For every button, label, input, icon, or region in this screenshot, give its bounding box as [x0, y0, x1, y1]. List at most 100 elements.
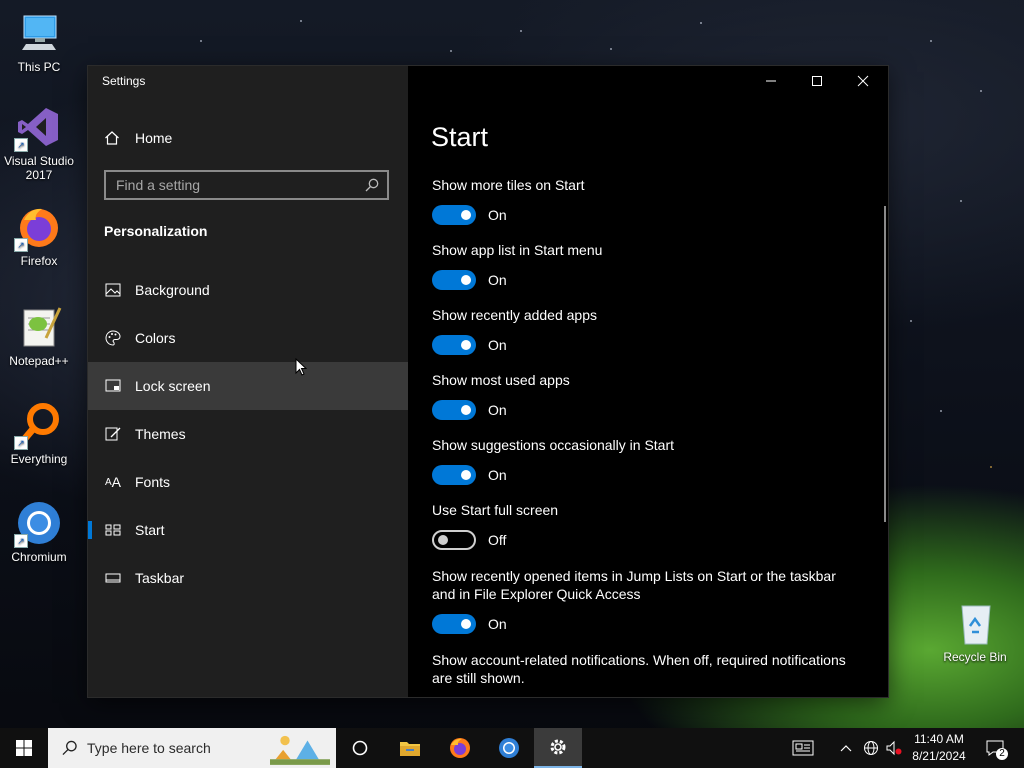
nav-item-background[interactable]: Background: [88, 266, 408, 314]
setting-show-more-tiles: Show more tiles on Start On: [432, 176, 872, 225]
taskbar-search-input[interactable]: [77, 739, 270, 757]
show-hidden-icons-button[interactable]: [836, 728, 856, 768]
visual-studio-icon: ↗: [14, 104, 62, 152]
home-label: Home: [135, 130, 173, 146]
page-title: Start: [431, 122, 489, 152]
nav-item-label: Lock screen: [135, 378, 211, 394]
folder-icon: [400, 742, 420, 756]
home-link[interactable]: Home: [104, 128, 172, 148]
desktop-icon-this-pc[interactable]: This PC: [1, 10, 77, 74]
content-scrollbar[interactable]: [884, 206, 886, 522]
maximize-button[interactable]: [794, 66, 840, 96]
taskbar: 11:40 AM 8/21/2024 2: [0, 728, 1024, 768]
desktop-icon-label: Visual Studio 2017: [4, 154, 74, 182]
desktop-icon-firefox[interactable]: ↗ Firefox: [1, 204, 77, 268]
firefox-icon: ↗: [14, 204, 62, 252]
minimize-button[interactable]: [748, 66, 794, 96]
setting-label: Use Start full screen: [432, 502, 559, 518]
desktop-icon-label: Recycle Bin: [943, 650, 1007, 664]
toggle-state: Off: [488, 532, 507, 548]
toggle-switch[interactable]: [432, 465, 476, 485]
computer-icon: [16, 10, 62, 56]
cortana-icon: [352, 740, 368, 756]
notification-count-badge: 2: [996, 748, 1008, 760]
brush-icon: [104, 425, 122, 443]
setting-jump-lists: Show recently opened items in Jump Lists…: [432, 567, 857, 634]
search-icon[interactable]: [365, 178, 379, 192]
settings-window: Settings Home Personalization Background…: [88, 66, 888, 697]
action-center-button[interactable]: 2: [978, 728, 1012, 768]
desktop-icon-chromium[interactable]: ↗ Chromium: [1, 500, 77, 564]
clock-time: 11:40 AM: [914, 732, 964, 746]
nav-item-themes[interactable]: Themes: [88, 410, 408, 458]
chromium-icon: ↗: [14, 500, 62, 548]
nav-item-label: Start: [135, 522, 165, 538]
desktop-icon-recycle-bin[interactable]: Recycle Bin: [937, 600, 1013, 664]
setting-label: Show recently added apps: [432, 307, 597, 323]
nav-item-colors[interactable]: Colors: [88, 314, 408, 362]
taskbar-clock[interactable]: 11:40 AM 8/21/2024: [904, 731, 974, 765]
nav-item-lock-screen[interactable]: Lock screen: [88, 362, 408, 410]
nav-item-label: Themes: [135, 426, 186, 442]
home-icon: [104, 130, 120, 146]
nav-item-label: Colors: [135, 330, 176, 346]
setting-full-screen: Use Start full screen Off: [432, 501, 872, 550]
nav-item-start[interactable]: Start: [88, 506, 408, 554]
search-highlight-icon: [270, 735, 330, 765]
start-tiles-icon: [104, 521, 122, 539]
desktop-icon-label: Chromium: [11, 550, 67, 564]
mouse-cursor-icon: [295, 358, 307, 376]
globe-icon: [864, 741, 878, 755]
chevron-up-icon: [840, 745, 852, 752]
clock-date: 8/21/2024: [912, 749, 966, 763]
volume-button[interactable]: [884, 728, 904, 768]
chromium-icon: [499, 738, 519, 758]
news-icon: [792, 740, 814, 756]
setting-label: Show most used apps: [432, 372, 570, 388]
minimize-icon: [766, 80, 776, 82]
desktop-icon-label: Notepad++: [9, 354, 69, 368]
close-button[interactable]: [840, 66, 886, 96]
news-widget-button[interactable]: [786, 728, 820, 768]
network-button[interactable]: [860, 728, 882, 768]
nav-item-taskbar[interactable]: Taskbar: [88, 554, 408, 602]
lock-screen-icon: [104, 377, 122, 395]
taskbar-search-box[interactable]: [48, 728, 336, 768]
section-title: Personalization: [104, 223, 208, 239]
setting-label: Show recently opened items in Jump Lists…: [432, 568, 836, 602]
desktop-icon-visual-studio[interactable]: ↗ Visual Studio 2017: [1, 104, 77, 182]
start-button[interactable]: [0, 728, 48, 768]
task-view-button[interactable]: [336, 728, 384, 768]
setting-recently-added-apps: Show recently added apps On: [432, 306, 872, 355]
toggle-switch[interactable]: [432, 614, 476, 634]
toggle-switch[interactable]: [432, 270, 476, 290]
settings-sidebar: Settings Home Personalization Background…: [88, 66, 408, 697]
desktop-icon-notepadpp[interactable]: Notepad++: [1, 304, 77, 368]
find-setting-input[interactable]: [106, 176, 365, 194]
toggle-switch[interactable]: [432, 335, 476, 355]
find-setting-box[interactable]: [104, 170, 389, 200]
desktop-icon-everything[interactable]: ↗ Everything: [1, 402, 77, 466]
maximize-icon: [812, 76, 822, 86]
desktop-icon-label: This PC: [17, 60, 61, 74]
window-title: Settings: [102, 74, 146, 88]
taskbar-chromium[interactable]: [485, 728, 533, 768]
search-icon: [62, 740, 77, 756]
nav-item-fonts[interactable]: AA Fonts: [88, 458, 408, 506]
picture-icon: [104, 281, 122, 299]
setting-label: Show suggestions occasionally in Start: [432, 437, 675, 453]
taskbar-settings[interactable]: [534, 728, 582, 768]
toggle-switch[interactable]: [432, 205, 476, 225]
taskbar-firefox[interactable]: [436, 728, 484, 768]
setting-label: Show app list in Start menu: [432, 242, 603, 258]
nav-item-label: Fonts: [135, 474, 171, 490]
setting-account-notifications: Show account-related notifications. When…: [432, 651, 857, 697]
toggle-switch[interactable]: [432, 530, 476, 550]
setting-suggestions: Show suggestions occasionally in Start O…: [432, 436, 872, 485]
toggle-switch[interactable]: [432, 400, 476, 420]
toggle-state: On: [488, 402, 507, 418]
taskbar-file-explorer[interactable]: [386, 728, 434, 768]
desktop-icon-label: Firefox: [20, 254, 58, 268]
window-titlebar: [408, 66, 888, 96]
taskbar-icon: [104, 569, 122, 587]
